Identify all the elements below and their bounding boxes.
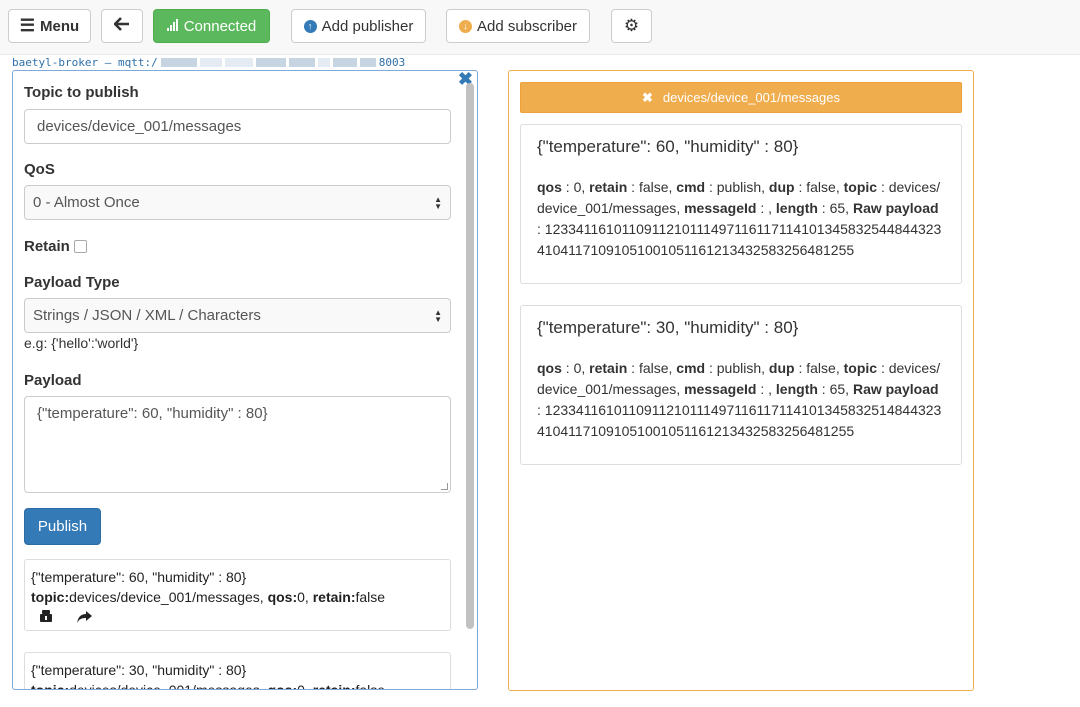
history-qos: 0 [297, 682, 305, 690]
broker-connection-label: baetyl-broker — mqtt:/ 8003 [12, 54, 444, 70]
add-subscriber-button[interactable]: ↓ Add subscriber [446, 9, 590, 43]
history-actions [31, 609, 444, 629]
publisher-scrollbar[interactable] [466, 83, 474, 629]
copy-to-form-icon[interactable] [39, 609, 53, 629]
redacted-host [199, 57, 222, 67]
retain-label: Retain [24, 238, 70, 255]
history-qos-key: qos: [267, 589, 298, 605]
arrow-left-icon [113, 17, 130, 35]
payload-label: Payload [24, 372, 82, 389]
message-meta: qos : 0, retain : false, cmd : publish, … [537, 360, 942, 439]
topic-input[interactable]: devices/device_001/messages [24, 109, 451, 144]
connected-button[interactable]: Connected [153, 9, 270, 43]
history-payload: {"temperature": 60, "humidity" : 80} [31, 569, 247, 585]
message-qos: 0 [573, 360, 582, 376]
history-retain-key: retain: [312, 682, 356, 690]
message-payload: {"temperature": 30, "humidity" : 80} [537, 318, 799, 337]
subscriber-panel: ✖ devices/device_001/messages {"temperat… [508, 70, 974, 691]
subscriber-topic: devices/device_001/messages [662, 90, 840, 105]
payload-textarea-value: {"temperature": 60, "humidity" : 80} [37, 405, 268, 422]
unsubscribe-x-icon[interactable]: ✖ [642, 90, 653, 106]
message-qos: 0 [573, 179, 582, 195]
back-button[interactable] [101, 9, 143, 43]
qos-select[interactable]: 0 - Almost Once ▲ ▼ [24, 185, 451, 220]
message-length: 65 [829, 381, 846, 397]
message-payload: {"temperature": 60, "humidity" : 80} [537, 137, 799, 156]
message-dup: false [806, 179, 836, 195]
history-retain-key: retain: [312, 589, 356, 605]
retain-row: Retain [24, 238, 87, 255]
payload-textarea[interactable]: {"temperature": 60, "humidity" : 80} [24, 396, 451, 493]
subscriber-header[interactable]: ✖ devices/device_001/messages [520, 82, 962, 113]
select-arrows-icon: ▲ ▼ [434, 194, 442, 211]
redacted-host [224, 57, 253, 67]
history-payload: {"temperature": 30, "humidity" : 80} [31, 662, 247, 678]
payload-type-select[interactable]: Strings / JSON / XML / Characters ▲ ▼ [24, 298, 451, 333]
history-meta: topic:devices/device_001/messages, qos:0… [31, 680, 444, 690]
message-length: 65 [829, 200, 846, 216]
broker-port: 8003 [378, 55, 406, 69]
history-item: {"temperature": 60, "humidity" : 80} top… [24, 559, 451, 631]
menu-button-label: Menu [40, 17, 80, 35]
history-qos-key: qos: [267, 682, 298, 690]
message-meta: qos : 0, retain : false, cmd : publish, … [537, 179, 942, 258]
history-retain: false [355, 682, 386, 690]
menu-icon: ☰ [19, 16, 36, 35]
settings-button[interactable]: ⚙ [611, 9, 652, 43]
topic-input-value: devices/device_001/messages [37, 118, 242, 135]
redacted-host [359, 57, 376, 67]
history-retain: false [355, 589, 386, 605]
redacted-host [160, 57, 197, 67]
message-cmd: publish [716, 360, 762, 376]
retain-checkbox[interactable] [73, 239, 87, 253]
message-raw-payload: 1233411610110911210111497116117114101345… [537, 402, 942, 439]
history-topic: devices/device_001/messages [69, 682, 260, 690]
payload-type-value: Strings / JSON / XML / Characters [33, 307, 261, 324]
message-cmd: publish [716, 179, 762, 195]
message-retain: false [638, 360, 669, 376]
payload-example: e.g: {'hello':'world'} [24, 335, 139, 351]
select-arrows-icon: ▲ ▼ [434, 307, 442, 324]
received-message: {"temperature": 30, "humidity" : 80} qos… [520, 305, 962, 465]
menu-button[interactable]: ☰ Menu [8, 9, 91, 43]
history-item: {"temperature": 30, "humidity" : 80} top… [24, 652, 451, 690]
add-publisher-label: Add publisher [321, 17, 414, 35]
connected-label: Connected [183, 17, 257, 35]
qos-select-value: 0 - Almost Once [33, 194, 140, 211]
publisher-panel: ✖ Topic to publish devices/device_001/me… [12, 70, 478, 690]
history-topic: devices/device_001/messages [69, 589, 260, 605]
message-raw-payload: 1233411610110911210111497116117114101345… [537, 221, 942, 258]
redacted-host [255, 57, 286, 67]
arrow-down-circle-icon: ↓ [458, 19, 472, 33]
publish-button[interactable]: Publish [24, 508, 101, 545]
gear-icon: ⚙ [623, 16, 640, 35]
broker-prefix: baetyl-broker — mqtt:/ [12, 55, 158, 69]
qos-label: QoS [24, 161, 55, 178]
received-message: {"temperature": 60, "humidity" : 80} qos… [520, 124, 962, 284]
message-retain: false [638, 179, 669, 195]
redacted-host [288, 57, 315, 67]
resize-handle-icon[interactable] [441, 483, 448, 490]
history-topic-key: topic: [31, 682, 70, 690]
signal-bars-icon [166, 18, 179, 35]
topic-label: Topic to publish [24, 84, 139, 101]
history-topic-key: topic: [31, 589, 70, 605]
payload-type-label: Payload Type [24, 274, 120, 291]
message-dup: false [806, 360, 836, 376]
history-meta: topic:devices/device_001/messages, qos:0… [31, 589, 386, 605]
add-publisher-button[interactable]: ↑ Add publisher [291, 9, 426, 43]
top-toolbar: ☰ Menu Connected ↑ Add publisher ↓ Add s… [0, 0, 1080, 55]
add-subscriber-label: Add subscriber [476, 17, 578, 35]
history-qos: 0 [297, 589, 305, 605]
arrow-up-circle-icon: ↑ [303, 19, 317, 33]
redacted-host [332, 57, 357, 67]
redacted-host [317, 57, 330, 67]
republish-arrow-icon[interactable] [77, 609, 92, 629]
